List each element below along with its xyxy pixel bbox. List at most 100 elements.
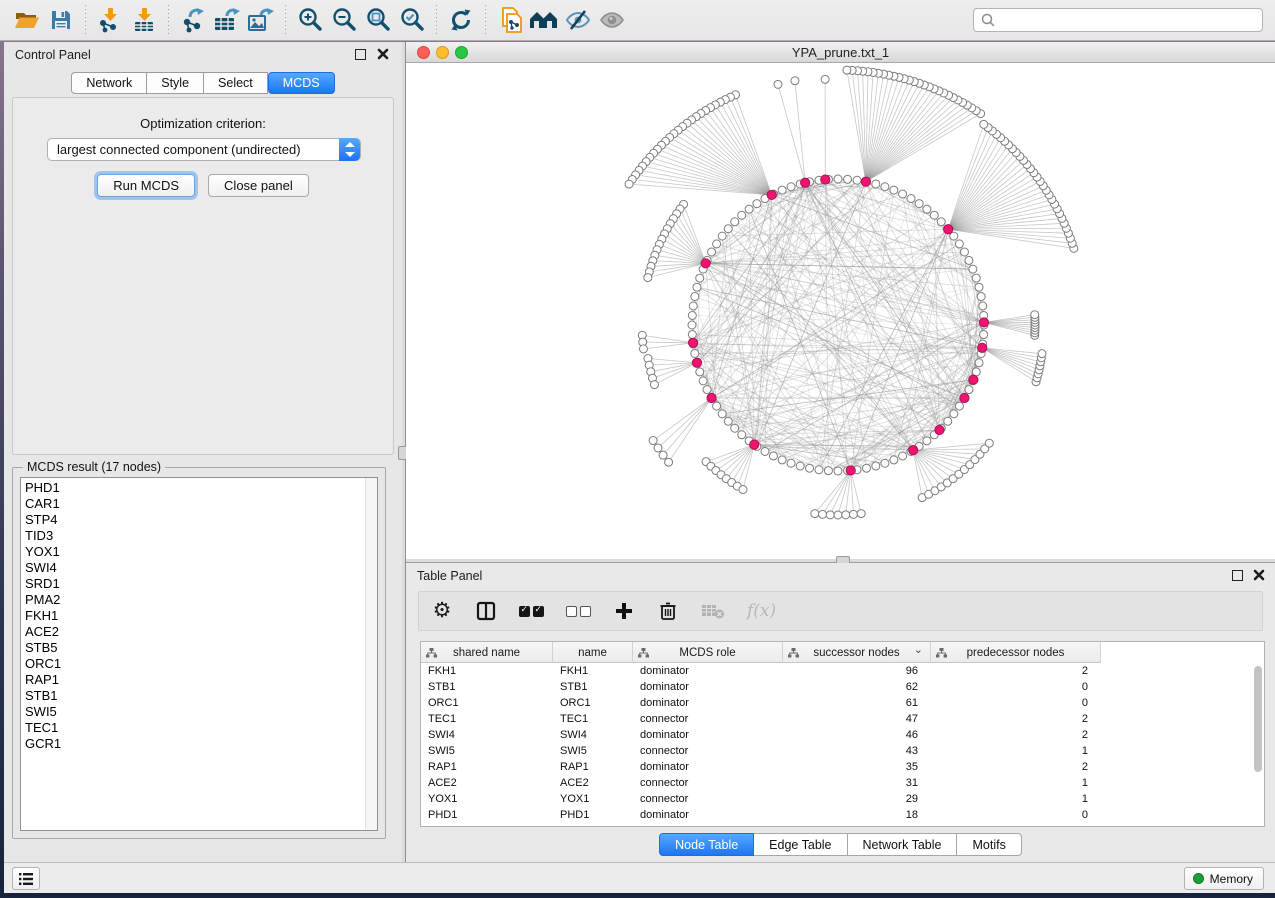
column-header-successor-nodes[interactable]: successor nodes⌄ [783, 642, 931, 663]
tab-style[interactable]: Style [147, 72, 204, 94]
import-table-icon[interactable] [127, 4, 161, 36]
export-network-icon[interactable] [176, 4, 210, 36]
zoom-fit-icon[interactable] [361, 4, 395, 36]
search-box [973, 8, 1263, 32]
import-network-icon[interactable] [93, 4, 127, 36]
column-header-shared-name[interactable]: shared name [421, 642, 553, 663]
table-cell: 1 [931, 743, 1101, 759]
table-row[interactable]: SWI4SWI4dominator462 [421, 727, 1264, 743]
tab-mcds[interactable]: MCDS [268, 72, 335, 94]
open-icon[interactable] [10, 4, 44, 36]
mcds-result-item[interactable]: STP4 [25, 512, 363, 528]
column-header-MCDS-role[interactable]: MCDS role [633, 642, 783, 663]
mcds-result-item[interactable]: SWI4 [25, 560, 363, 576]
mcds-result-item[interactable]: CAR1 [25, 496, 363, 512]
close-panel-icon[interactable] [376, 47, 390, 61]
show-network-eye-icon[interactable] [595, 4, 629, 36]
mcds-result-item[interactable]: PHD1 [25, 480, 363, 496]
table-row[interactable]: SWI5SWI5connector431 [421, 743, 1264, 759]
save-icon[interactable] [44, 4, 78, 36]
tab-motifs[interactable]: Motifs [957, 833, 1021, 856]
mcds-result-item[interactable]: SWI5 [25, 704, 363, 720]
mcds-result-item[interactable]: GCR1 [25, 736, 363, 752]
mcds-result-item[interactable]: FKH1 [25, 608, 363, 624]
mcds-result-item[interactable]: SRD1 [25, 576, 363, 592]
zoom-in-icon[interactable] [293, 4, 327, 36]
table-cell: 96 [783, 663, 931, 679]
optimization-criterion-select[interactable]: largest connected component (undirected) [47, 138, 361, 161]
toolbar-separator [485, 5, 486, 35]
column-header-predecessor-nodes[interactable]: predecessor nodes [931, 642, 1101, 663]
toolbar-separator [85, 5, 86, 35]
column-header-label: MCDS role [679, 647, 735, 659]
memory-button[interactable]: Memory [1184, 867, 1264, 890]
float-panel-icon[interactable] [1232, 570, 1243, 581]
deselect-all-icon[interactable] [566, 598, 591, 624]
houses-icon[interactable] [527, 4, 561, 36]
table-row[interactable]: ACE2ACE2connector311 [421, 775, 1264, 791]
table-row[interactable]: FKH1FKH1dominator962 [421, 663, 1264, 679]
column-header-name[interactable]: name [553, 642, 633, 663]
app-window: Control Panel NetworkStyleSelectMCDS Opt… [4, 42, 1275, 893]
tab-network[interactable]: Network [71, 72, 147, 94]
float-panel-icon[interactable] [355, 49, 366, 60]
table-cell: dominator [633, 679, 783, 695]
table-cell: SWI5 [421, 743, 553, 759]
table-cell: ORC1 [421, 695, 553, 711]
table-panel-title: Table Panel [417, 569, 482, 583]
mcds-result-item[interactable]: TID3 [25, 528, 363, 544]
table-cell: 2 [931, 711, 1101, 727]
close-panel-icon[interactable] [1252, 568, 1266, 582]
table-row[interactable]: STB1STB1dominator620 [421, 679, 1264, 695]
mcds-result-item[interactable]: PMA2 [25, 592, 363, 608]
table-row[interactable]: TEC1TEC1connector472 [421, 711, 1264, 727]
network-canvas[interactable] [406, 63, 1275, 560]
run-mcds-button[interactable]: Run MCDS [97, 174, 195, 197]
clone-network-icon[interactable] [493, 4, 527, 36]
refresh-icon[interactable] [444, 4, 478, 36]
settings-gear-icon[interactable]: ⚙ [431, 598, 453, 624]
column-header-label: name [578, 647, 607, 659]
table-cell: dominator [633, 695, 783, 711]
mcds-result-item[interactable]: ORC1 [25, 656, 363, 672]
mcds-result-item[interactable]: YOX1 [25, 544, 363, 560]
mcds-result-item[interactable]: STB1 [25, 688, 363, 704]
toolbar-separator [436, 5, 437, 35]
toolbar-separator [168, 5, 169, 35]
list-scrollbar[interactable] [365, 478, 377, 830]
zoom-selected-icon[interactable] [395, 4, 429, 36]
mcds-result-item[interactable]: ACE2 [25, 624, 363, 640]
export-image-icon[interactable] [244, 4, 278, 36]
tab-select[interactable]: Select [204, 72, 268, 94]
table-cell: YOX1 [553, 791, 633, 807]
tab-node-table[interactable]: Node Table [659, 833, 754, 856]
tab-network-table[interactable]: Network Table [848, 833, 958, 856]
table-row[interactable]: PHD1PHD1dominator180 [421, 807, 1264, 823]
mcds-result-item[interactable]: STB5 [25, 640, 363, 656]
add-column-icon[interactable] [613, 598, 635, 624]
close-panel-button[interactable]: Close panel [208, 174, 309, 197]
hide-network-eye-icon[interactable] [561, 4, 595, 36]
table-cell: FKH1 [553, 663, 633, 679]
export-table-icon[interactable] [210, 4, 244, 36]
zoom-out-icon[interactable] [327, 4, 361, 36]
trash-icon[interactable] [657, 598, 679, 624]
table-row[interactable]: ORC1ORC1dominator610 [421, 695, 1264, 711]
table-cell: RAP1 [553, 759, 633, 775]
table-row[interactable]: YOX1YOX1connector291 [421, 791, 1264, 807]
select-all-icon[interactable] [519, 598, 544, 624]
mcds-result-item[interactable]: TEC1 [25, 720, 363, 736]
mcds-result-listbox: PHD1CAR1STP4TID3YOX1SWI4SRD1PMA2FKH1ACE2… [20, 477, 378, 831]
table-row[interactable]: RAP1RAP1dominator352 [421, 759, 1264, 775]
scrollbar-thumb[interactable] [1254, 666, 1262, 772]
search-input[interactable] [996, 10, 1262, 30]
control-panel: Control Panel NetworkStyleSelectMCDS Opt… [4, 42, 402, 862]
control-panel-title: Control Panel [15, 48, 91, 62]
table-cell: dominator [633, 807, 783, 823]
table-scrollbar[interactable] [1252, 664, 1263, 826]
mcds-result-item[interactable]: RAP1 [25, 672, 363, 688]
task-history-button[interactable] [12, 867, 40, 890]
tab-edge-table[interactable]: Edge Table [754, 833, 847, 856]
select-stepper-icon [339, 138, 360, 161]
columns-icon[interactable] [475, 598, 497, 624]
